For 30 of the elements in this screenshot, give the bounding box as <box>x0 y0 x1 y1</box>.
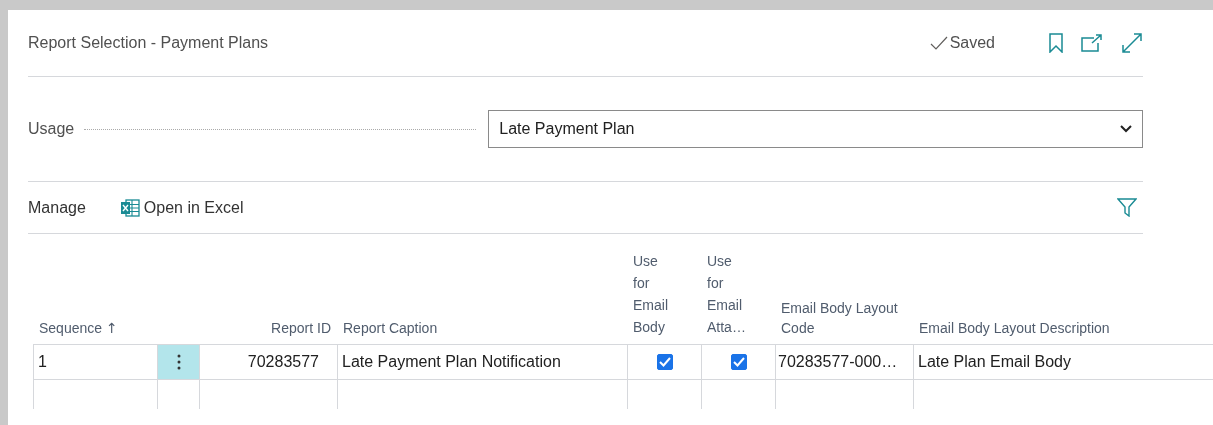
column-header[interactable]: Email Body Layout Code <box>781 298 907 338</box>
column-header[interactable]: Use for Email Body <box>633 250 669 338</box>
sort-arrow-icon: ↑ <box>106 318 118 338</box>
column-header[interactable]: Report ID <box>271 318 331 338</box>
table-cell: 70283577 <box>247 353 319 371</box>
empty-table-cell <box>157 379 199 409</box>
column-header[interactable]: Report Caption <box>343 318 438 338</box>
expand-icon[interactable] <box>1121 32 1143 54</box>
filter-icon[interactable] <box>1117 198 1137 217</box>
chevron-down-icon <box>1120 125 1132 133</box>
checkbox[interactable] <box>730 354 747 370</box>
more-icon <box>176 354 181 370</box>
column-header[interactable]: Use for Email Atta… <box>707 250 743 338</box>
manage-button[interactable]: Manage <box>28 198 86 217</box>
check-icon <box>929 36 948 50</box>
table-cell: Late Plan Email Body <box>918 353 1071 371</box>
pop-out-icon[interactable] <box>1081 34 1103 52</box>
checkbox[interactable] <box>656 354 673 370</box>
table-cell: 70283577-000… <box>778 353 898 371</box>
open-in-excel-button[interactable]: Open in Excel <box>119 198 244 217</box>
spreadsheet-icon <box>119 198 140 217</box>
table-cell: 1 <box>38 353 47 371</box>
page-title: Report Selection - Payment Plans <box>28 34 269 52</box>
bookmark-icon[interactable] <box>1049 33 1063 53</box>
usage-dropdown[interactable]: Late Payment Plan <box>488 110 1143 148</box>
column-header[interactable]: Email Body Layout Description <box>919 318 1110 338</box>
field-label: Usage <box>28 120 75 138</box>
saved-status: Saved <box>929 34 995 52</box>
column-header[interactable]: Sequence <box>39 318 103 338</box>
table-cell: Late Payment Plan Notification <box>342 353 561 371</box>
